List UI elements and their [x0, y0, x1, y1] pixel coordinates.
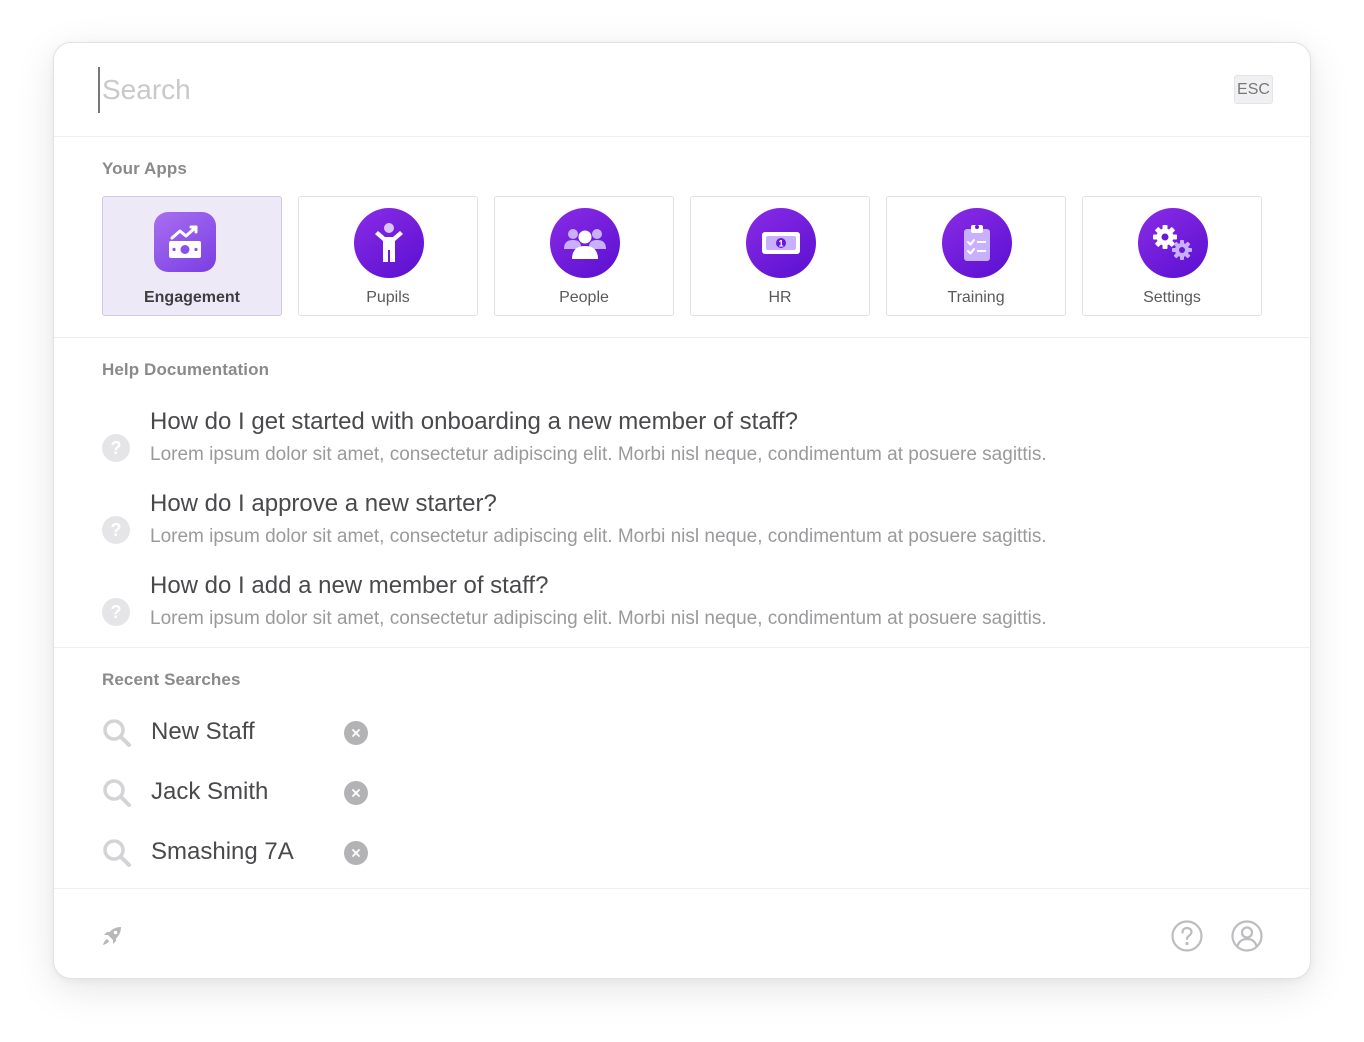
- question-icon: ?: [102, 598, 130, 626]
- search-input[interactable]: [99, 67, 1099, 113]
- app-tile-engagement[interactable]: Engagement: [102, 196, 282, 316]
- search-bar: ESC: [54, 43, 1310, 137]
- apps-section-title: Your Apps: [102, 159, 187, 178]
- app-label: Settings: [1143, 289, 1201, 306]
- people-icon: [550, 208, 620, 278]
- question-icon: ?: [102, 516, 130, 544]
- help-answer: Lorem ipsum dolor sit amet, consectetur …: [150, 526, 1047, 547]
- help-item[interactable]: ? How do I add a new member of staff? Lo…: [102, 572, 1262, 636]
- gears-icon: [1138, 208, 1208, 278]
- close-icon: [352, 729, 360, 737]
- app-tile-people[interactable]: People: [494, 196, 674, 316]
- svg-text:1: 1: [778, 239, 783, 249]
- recent-search-item[interactable]: Smashing 7A: [102, 832, 402, 872]
- app-label: HR: [768, 289, 792, 306]
- close-icon: [352, 789, 360, 797]
- close-icon: [352, 849, 360, 857]
- app-label: Pupils: [366, 289, 410, 306]
- help-item[interactable]: ? How do I get started with onboarding a…: [102, 408, 1262, 472]
- search-icon: [103, 839, 131, 867]
- help-button[interactable]: [1170, 919, 1204, 953]
- apps-row: Engagement Pupils People 1 HR Training S…: [102, 196, 1262, 316]
- recent-section-title: Recent Searches: [102, 670, 241, 689]
- help-item[interactable]: ? How do I approve a new starter? Lorem …: [102, 490, 1262, 554]
- search-icon: [103, 719, 131, 747]
- help-question[interactable]: How do I approve a new starter?: [150, 490, 497, 518]
- recent-search-label[interactable]: Jack Smith: [151, 778, 268, 806]
- recent-search-item[interactable]: New Staff: [102, 712, 402, 752]
- clipboard-icon: [942, 208, 1012, 278]
- app-tile-training[interactable]: Training: [886, 196, 1066, 316]
- engagement-icon: [154, 212, 216, 272]
- pupil-icon: [354, 208, 424, 278]
- esc-button[interactable]: ESC: [1234, 75, 1273, 104]
- apps-section: Your Apps Engagement Pupils People 1 HR …: [54, 137, 1310, 338]
- help-section: Help Documentation ? How do I get starte…: [54, 338, 1310, 648]
- help-answer: Lorem ipsum dolor sit amet, consectetur …: [150, 608, 1047, 629]
- command-palette: ESC Your Apps Engagement: [53, 42, 1311, 979]
- account-button[interactable]: [1230, 919, 1264, 953]
- question-icon: ?: [102, 434, 130, 462]
- app-tile-pupils[interactable]: Pupils: [298, 196, 478, 316]
- rocket-icon: [103, 927, 121, 945]
- remove-search-button[interactable]: [344, 841, 368, 865]
- app-label: Engagement: [143, 289, 240, 306]
- money-icon: 1: [746, 208, 816, 278]
- help-question[interactable]: How do I add a new member of staff?: [150, 572, 548, 600]
- footer: [54, 889, 1310, 978]
- help-answer: Lorem ipsum dolor sit amet, consectetur …: [150, 444, 1047, 465]
- remove-search-button[interactable]: [344, 781, 368, 805]
- app-label: Training: [947, 289, 1005, 306]
- recent-search-label[interactable]: New Staff: [151, 718, 255, 746]
- user-circle-icon: [1231, 920, 1263, 952]
- recent-search-label[interactable]: Smashing 7A: [151, 838, 294, 866]
- search-icon: [103, 779, 131, 807]
- help-section-title: Help Documentation: [102, 360, 270, 379]
- remove-search-button[interactable]: [344, 721, 368, 745]
- app-tile-settings[interactable]: Settings: [1082, 196, 1262, 316]
- app-tile-hr[interactable]: 1 HR: [690, 196, 870, 316]
- recent-search-item[interactable]: Jack Smith: [102, 772, 402, 812]
- recent-searches-section: Recent Searches New Staff Jack Smith Sma…: [54, 648, 1310, 889]
- help-question[interactable]: How do I get started with onboarding a n…: [150, 408, 798, 436]
- app-label: People: [559, 289, 609, 306]
- question-circle-icon: [1171, 920, 1203, 952]
